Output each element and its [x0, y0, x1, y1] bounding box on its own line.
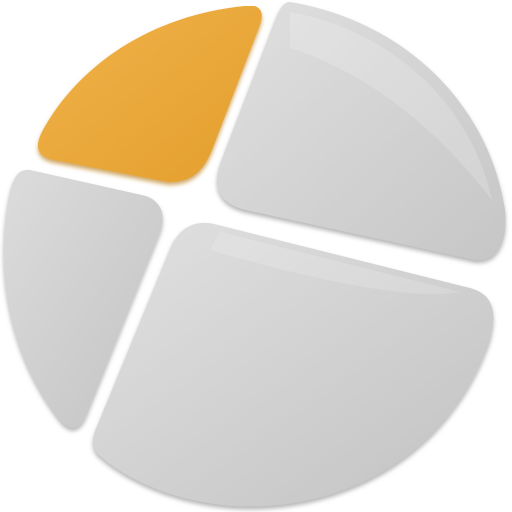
pie-chart-icon [3, 2, 506, 507]
app-icon [0, 0, 512, 512]
